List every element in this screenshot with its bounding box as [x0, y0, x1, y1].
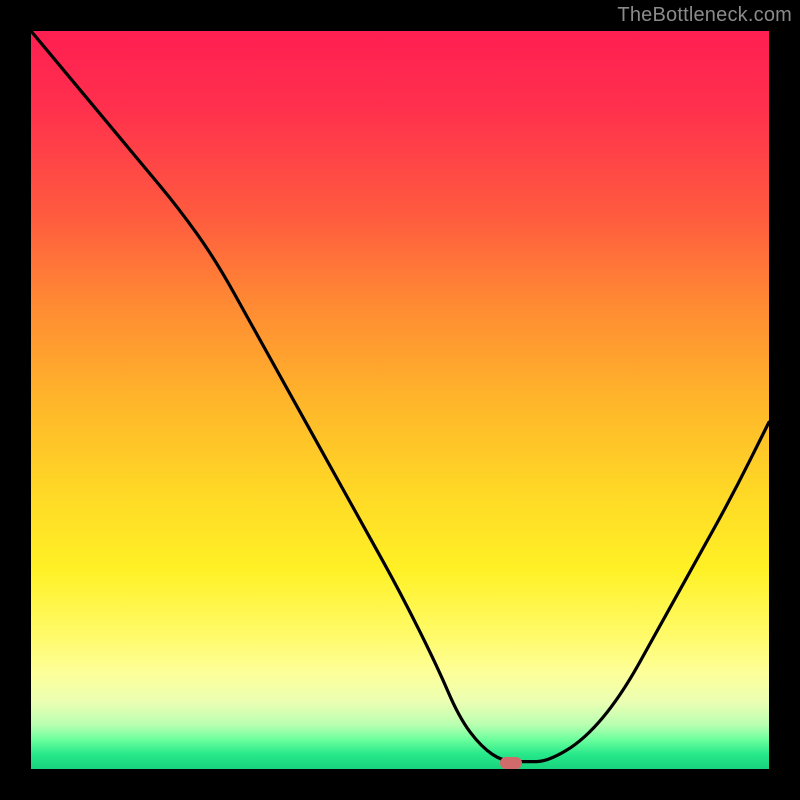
- optimum-marker: [500, 757, 522, 769]
- chart-frame: TheBottleneck.com: [0, 0, 800, 800]
- watermark-text: TheBottleneck.com: [617, 4, 792, 27]
- bottleneck-curve: [31, 31, 769, 769]
- plot-area: [31, 31, 769, 769]
